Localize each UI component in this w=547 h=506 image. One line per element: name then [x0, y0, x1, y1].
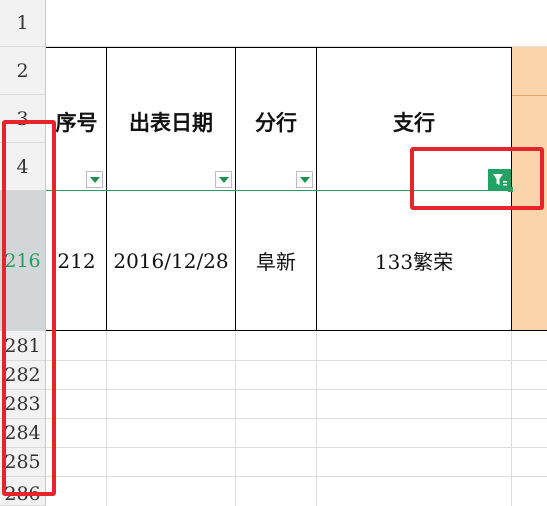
- row-number: 2: [16, 59, 29, 82]
- row-header-2[interactable]: 2: [0, 47, 46, 95]
- highlight-box-row-headers: [2, 120, 56, 496]
- filter-dropdown-seq[interactable]: [86, 171, 103, 188]
- header-label: 出表日期: [129, 110, 213, 135]
- grid-line: [46, 447, 547, 448]
- data-cell-branch[interactable]: 阜新: [236, 191, 316, 330]
- header-label: 支行: [393, 110, 435, 135]
- header-label: 序号: [55, 110, 98, 135]
- filter-dropdown-branch[interactable]: [296, 171, 313, 188]
- cell-value: 212: [57, 248, 96, 273]
- grid-line: [511, 331, 512, 506]
- header-cell-date[interactable]: 出表日期: [107, 100, 235, 144]
- grid-line: [235, 331, 236, 506]
- grid-line: [316, 331, 317, 506]
- data-cell-subbranch[interactable]: 133繁荣: [317, 191, 511, 330]
- table-border: [46, 330, 547, 331]
- grid-line: [106, 331, 107, 506]
- grid-line: [46, 418, 547, 419]
- cell-value: 阜新: [256, 250, 296, 274]
- cell-value: 133繁荣: [374, 250, 454, 274]
- chevron-down-icon: [89, 176, 100, 183]
- grid-line: [46, 360, 547, 361]
- chevron-down-icon: [218, 176, 229, 183]
- row-number: 1: [16, 12, 29, 34]
- row-header-1[interactable]: 1: [0, 0, 46, 47]
- highlight-box-filter: [410, 147, 544, 210]
- grid-line: [46, 389, 547, 390]
- header-label: 分行: [255, 110, 297, 135]
- cell-value: 2016/12/28: [113, 248, 229, 273]
- table-border: [46, 47, 512, 48]
- chevron-down-icon: [299, 176, 310, 183]
- header-cell-subbranch[interactable]: 支行: [317, 100, 511, 144]
- grid-line: [46, 476, 547, 477]
- data-cell-date[interactable]: 2016/12/28: [107, 191, 235, 330]
- grid-line: [512, 95, 547, 96]
- header-cell-branch[interactable]: 分行: [236, 100, 316, 144]
- filter-dropdown-date[interactable]: [215, 171, 232, 188]
